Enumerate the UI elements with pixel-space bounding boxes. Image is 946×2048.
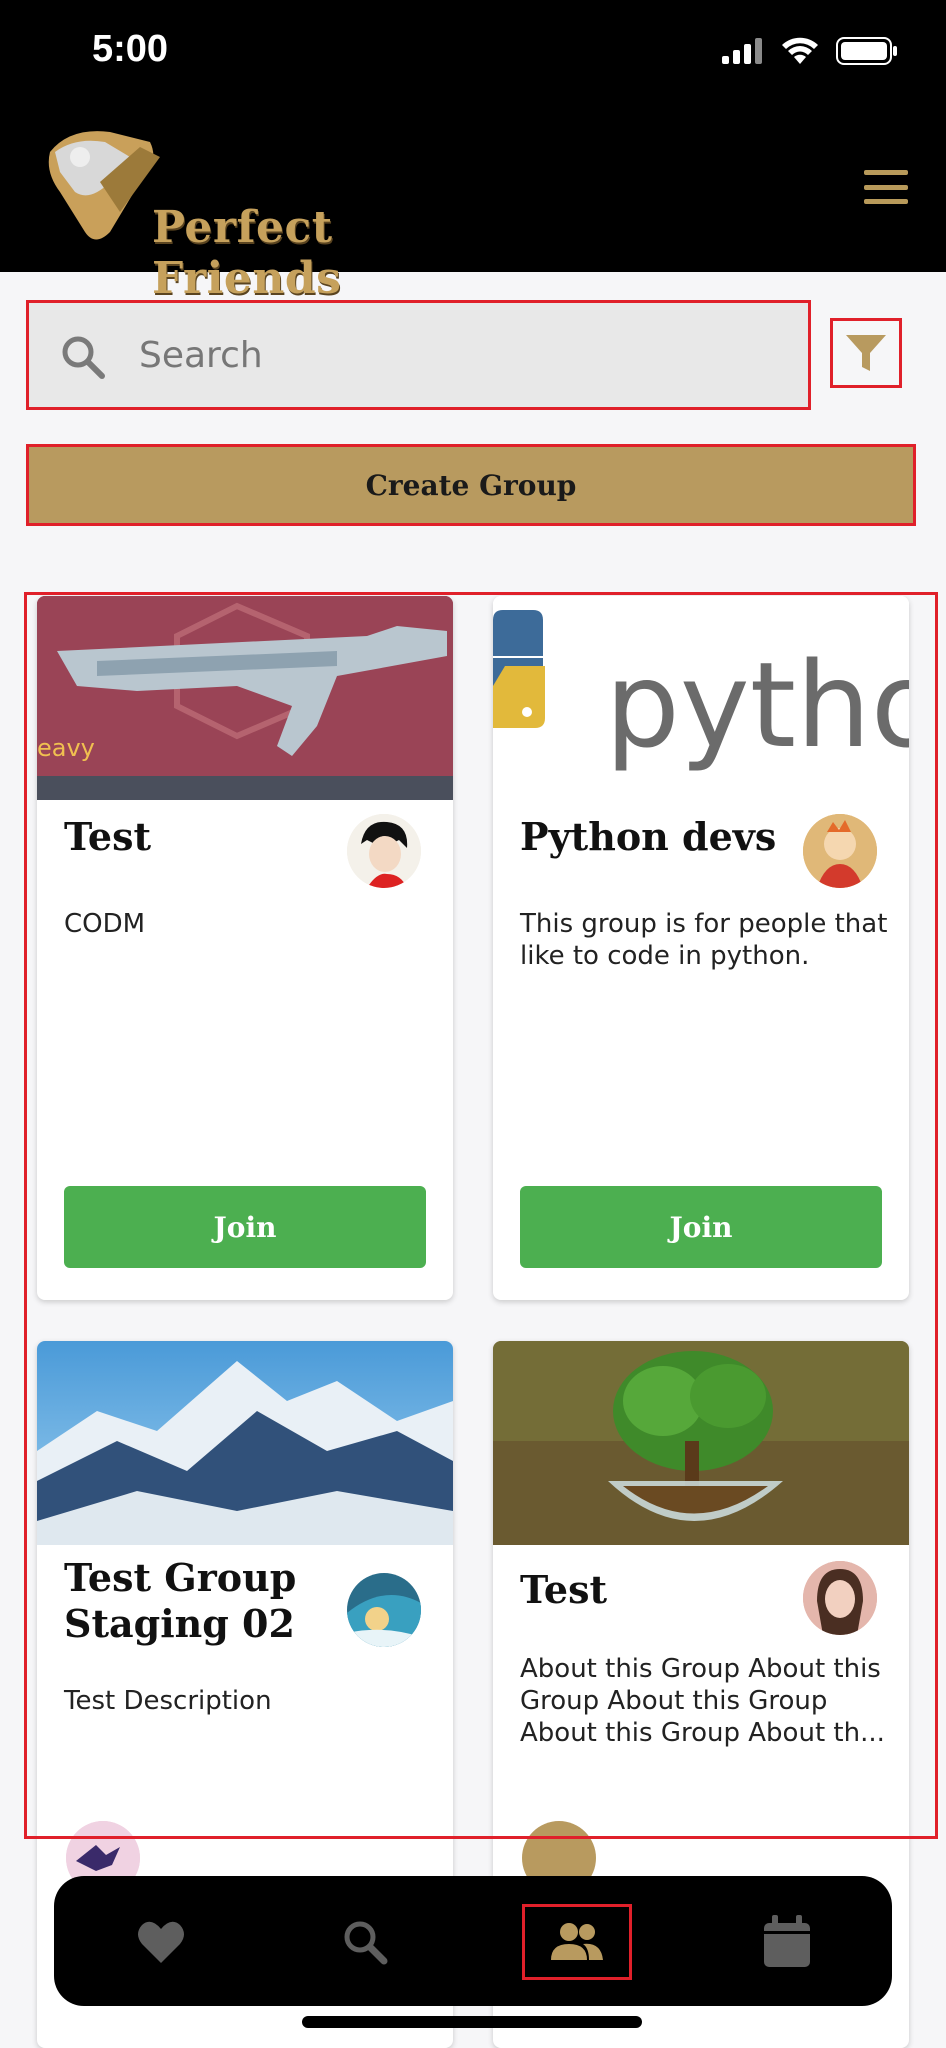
home-indicator [302,2016,642,2028]
menu-icon[interactable] [864,170,908,204]
search-bar[interactable] [26,300,811,410]
group-title: Test [64,814,152,859]
group-owner-avatar[interactable] [347,1573,421,1647]
group-owner-avatar[interactable] [803,814,877,888]
heart-icon [138,1921,184,1963]
search-icon [344,1921,388,1965]
search-icon [62,336,105,379]
group-owner-avatar[interactable] [803,1561,877,1635]
mountain-image [37,1341,453,1545]
groups-icon [551,1923,603,1960]
group-card[interactable]: python Python devs This group is for peo… [493,596,909,1300]
create-group-button[interactable]: Create Group [26,444,916,526]
battery-icon [836,37,897,65]
app-name: Perfect Friends [152,202,342,304]
app-header: Perfect Friends [0,100,946,304]
svg-text:eavy: eavy [37,734,95,762]
python-logo-image: python [493,596,909,800]
group-card[interactable]: eavy Test CODM Join [37,596,453,1300]
group-title: Python devs [520,814,777,859]
rifle-image: eavy [37,596,453,800]
signal-icon [722,38,762,64]
nav-groups[interactable] [522,1904,632,1980]
nav-favorites[interactable] [106,1904,216,1980]
python-logo-text: python [605,636,909,774]
group-description: About this Group About this Group About … [520,1654,885,1748]
bottom-navigation [54,1876,892,2006]
wifi-icon [782,37,818,64]
join-button[interactable]: Join [64,1186,426,1268]
group-description: This group is for people that like to co… [520,909,888,971]
nav-search[interactable] [310,1904,420,1980]
status-icons [722,36,898,66]
app-logo: Perfect Friends [40,122,500,304]
group-description: Test Description [64,1686,272,1716]
group-title: Test [520,1567,608,1612]
group-title: Test Group Staging 02 [64,1555,297,1646]
status-bar: 5:00 [0,0,946,100]
status-time: 5:00 [92,28,169,70]
filter-icon [846,335,886,371]
group-description: CODM [64,909,146,939]
filter-button[interactable] [830,318,902,388]
search-input[interactable] [139,327,779,383]
nav-events[interactable] [732,1904,842,1980]
join-button[interactable]: Join [520,1186,882,1268]
tree-image [493,1341,909,1545]
group-owner-avatar[interactable] [347,814,421,888]
calendar-icon [764,1915,810,1967]
